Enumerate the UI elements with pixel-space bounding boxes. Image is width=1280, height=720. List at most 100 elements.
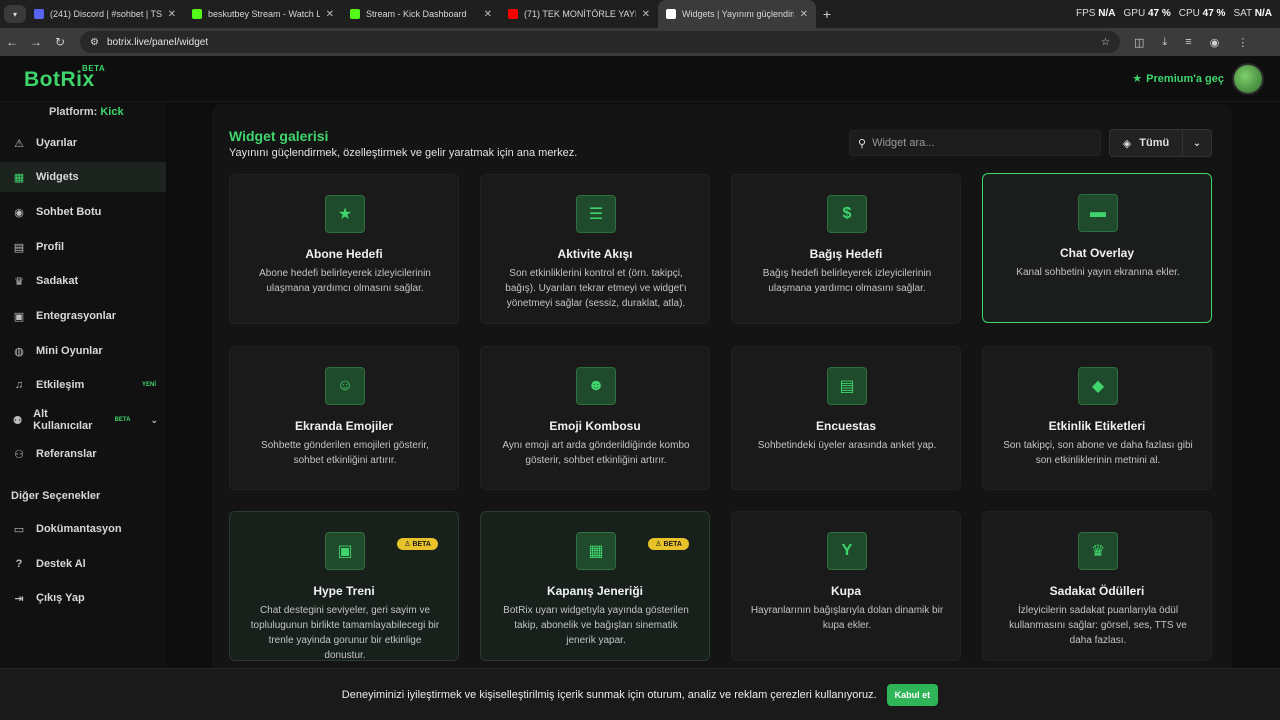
widget-description: Bağış hedefi belirleyerek izleyicilerini… [762,268,932,294]
sidebar-item-cikis-yap[interactable]: ⇥ Çıkış Yap [0,583,166,613]
close-tab-icon[interactable]: ✕ [168,9,176,20]
close-tab-icon[interactable]: ✕ [326,9,334,20]
sidebar-item-profil[interactable]: ▤ Profil [0,232,166,262]
widget-card-ekranda-emojiler[interactable]: ☺ Ekranda Emojiler Sohbette gönderilen e… [229,346,459,490]
tab-title: beskutbey Stream - Watch Live [208,9,320,19]
reload-icon[interactable]: ↻ [48,35,72,49]
widget-description: Abone hedefi belirleyerek izleyicilerini… [259,268,431,294]
botrix-logo[interactable]: BotRix BETA [24,64,105,92]
poll-icon: ▤ [827,367,867,405]
bookmark-star-icon[interactable]: ☆ [1101,37,1110,48]
list-icon: ☰ [576,195,616,233]
site-info-icon[interactable]: ⚙ [90,37,99,48]
sidebar-item-label: Çıkış Yap [36,592,85,604]
star-icon: ★ [1132,73,1143,85]
back-arrow-icon[interactable]: ← [0,35,24,49]
sidebar-item-widgets[interactable]: ▦ Widgets [0,162,166,192]
chevron-down-icon[interactable]: ⌄ [150,415,158,426]
sidebar-item-entegrasyonlar[interactable]: ▣ Entegrasyonlar [0,301,166,331]
widget-title: Emoji Kombosu [549,419,641,433]
widget-description: Aynı emoji art arda gönderildiğinde komb… [502,440,690,466]
url-field[interactable]: ⚙ botrix.live/panel/widget ☆ [80,31,1120,53]
media-icon[interactable]: ≡ [1185,36,1191,49]
new-tab-button[interactable]: + [816,6,838,22]
chevron-down-icon[interactable]: ⌄ [1183,138,1211,149]
widget-card-chat-overlay[interactable]: ▬ Chat Overlay Kanal sohbetini yayın ekr… [982,173,1212,323]
widget-description: Sohbette gönderilen emojileri gösterir, … [261,440,429,466]
forward-arrow-icon[interactable]: → [24,35,48,49]
tab-search-button[interactable]: ▾ [4,5,26,23]
integration-icon: ▣ [13,310,25,323]
widget-description: Hayranlarının bağışlarıyla dolan dinamik… [750,605,944,631]
widget-card-aktivite-akisi[interactable]: ☰ Aktivite Akışı Son etkinliklerini kont… [480,174,710,324]
premium-button[interactable]: ★ Premium'a geç [1132,72,1224,86]
widget-search-input[interactable]: ⚲ Widget ara... [849,130,1101,156]
sidebar-item-label: Uyarılar [36,137,77,149]
widget-card-kapanis-jenerigi[interactable]: ▦ ♙ BETA Kapanış Jeneriği BotRix uyarı w… [480,511,710,661]
app-header: BotRix BETA ★ Premium'a geç [0,56,1280,102]
browser-tab[interactable]: beskutbey Stream - Watch Live ✕ [184,0,342,28]
category-filter-select[interactable]: ◈ Tümü ⌄ [1109,129,1212,157]
widget-title: Kupa [831,584,861,598]
close-tab-icon[interactable]: ✕ [484,9,492,20]
cocktail-glass-icon: Y [827,532,867,570]
sidebar-item-alt-kullanicilar[interactable]: ⚉ Alt Kullanıcılar BETA ⌄ [0,405,166,435]
tab-title: Stream - Kick Dashboard [366,9,467,19]
sidebar-item-referanslar[interactable]: ⚇ Referanslar [0,439,166,469]
sidebar-item-etkilesim[interactable]: ♫ Etkileşim YENİ [0,370,166,400]
main-content: Widget galerisi Yayınını güçlendirmek, ö… [166,102,1280,674]
extensions-icon[interactable]: ◫ [1134,36,1144,49]
sidebar-item-uyarilar[interactable]: ⚠ Uyarılar [0,128,166,158]
trophy-icon: ♛ [14,275,24,288]
widget-card-abone-hedefi[interactable]: ★ Abone Hedefi Abone hedefi belirleyerek… [229,174,459,324]
widget-card-etkinlik-etiketleri[interactable]: ◆ Etkinlik Etiketleri Son takipçi, son a… [982,346,1212,490]
sidebar-item-mini-oyunlar[interactable]: ◍ Mini Oyunlar [0,336,166,366]
sidebar-item-dokumantasyon[interactable]: ▭ Dokümantasyon [0,514,166,544]
close-tab-icon[interactable]: ✕ [642,9,650,20]
user-avatar[interactable] [1232,63,1264,95]
logout-icon: ⇥ [14,592,24,605]
layers-icon: ◈ [1122,137,1132,150]
film-icon: ▦ [576,532,616,570]
sidebar-item-label: Entegrasyonlar [36,310,117,322]
sidebar-item-destek-al[interactable]: ? Destek Al [0,549,166,579]
browser-tab-active[interactable]: Widgets | Yayınını güçlendirme ✕ [658,0,816,28]
widget-card-encuestas[interactable]: ▤ Encuestas Sohbetindeki üyeler arasında… [731,346,961,490]
widget-card-emoji-kombosu[interactable]: ☻ Emoji Kombosu Aynı emoji art arda gönd… [480,346,710,490]
sidebar-item-label: Sadakat [36,275,79,287]
widget-title: Sadakat Ödülleri [1049,584,1145,598]
browser-menu-icon[interactable]: ⋮ [1237,36,1248,49]
search-icon: ⚲ [858,137,867,150]
help-icon: ? [15,558,23,570]
sidebar-item-label: Profil [36,241,65,253]
sat-label: SAT [1233,8,1252,19]
tab-title: (241) Discord | #sohbet | TS [50,9,162,19]
accept-cookies-button[interactable]: Kabul et [886,683,939,706]
widget-card-kupa[interactable]: Y Kupa Hayranlarının bağışlarıyla dolan … [731,511,961,661]
tags-icon: ◆ [1078,367,1118,405]
referral-icon: ⚇ [14,448,24,461]
browser-tab[interactable]: (71) TEK MONİTÖRLE YAYIN YA ✕ [500,0,658,28]
browser-tab[interactable]: (241) Discord | #sohbet | TS ✕ [26,0,184,28]
platform-indicator: Platform: Kick [49,106,124,118]
sidebar-item-label: Widgets [36,171,79,183]
music-note-icon: ♫ [14,379,24,391]
new-badge: YENİ [141,382,156,388]
close-tab-icon[interactable]: ✕ [800,9,808,20]
star-icon: ★ [325,195,365,233]
botrix-favicon-icon [666,9,676,19]
widget-card-sadakat-odulleri[interactable]: ♛ Sadakat Ödülleri İzleyicilerin sadakat… [982,511,1212,661]
widget-description: İzleyicilerin sadakat puanlarıyla ödül k… [1009,605,1187,646]
emoji-face-icon: ☻ [576,367,616,405]
sidebar-item-sadakat[interactable]: ♛ Sadakat [0,266,166,296]
sidebar-item-label: Mini Oyunlar [36,345,103,357]
widget-title: Aktivite Akışı [557,247,633,261]
sidebar-item-sohbet-botu[interactable]: ◉ Sohbet Botu [0,197,166,227]
browser-tab[interactable]: Stream - Kick Dashboard ✕ [342,0,500,28]
grid-icon: ▦ [13,171,25,184]
widget-card-bagis-hedefi[interactable]: $ Bağış Hedefi Bağış hedefi belirleyerek… [731,174,961,324]
widget-card-hype-treni[interactable]: ▣ ♙ BETA Hype Treni Chat destegini seviy… [229,511,459,661]
sidebar-section-title: Diğer Seçenekler [11,490,101,502]
download-icon[interactable]: ⤓ [1162,36,1167,49]
profile-icon[interactable]: ◉ [1210,36,1220,49]
